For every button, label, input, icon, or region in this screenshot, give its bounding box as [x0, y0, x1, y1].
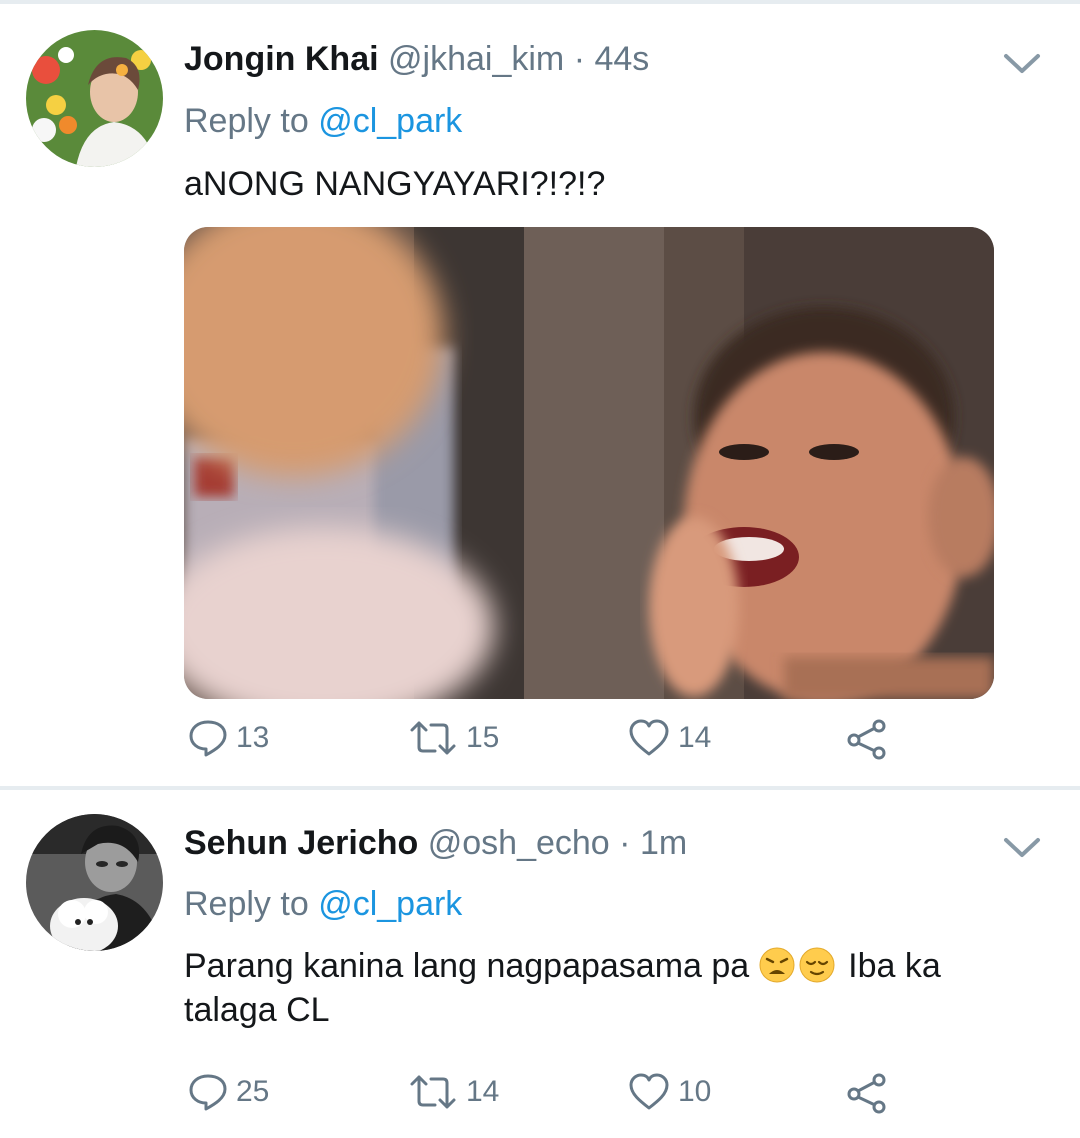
tweet-header: Jongin Khai @jkhai_kim · 44s [184, 42, 649, 76]
tweet[interactable]: Sehun Jericho @osh_echo · 1m Reply to @c… [0, 790, 1080, 1138]
like-icon [628, 718, 670, 758]
reply-context: Reply to @cl_park [184, 887, 462, 921]
tweet-media-image[interactable] [184, 227, 994, 699]
separator-dot: · [573, 40, 586, 78]
tweet[interactable]: Jongin Khai @jkhai_kim · 44s Reply to @c… [0, 0, 1080, 786]
retweet-count: 15 [466, 721, 500, 754]
display-name[interactable]: Sehun Jericho [184, 824, 418, 862]
avatar[interactable] [26, 30, 163, 167]
timestamp[interactable]: 44s [594, 40, 649, 78]
like-icon [628, 1072, 670, 1112]
weary-face-emoji [759, 947, 795, 983]
timestamp[interactable]: 1m [640, 824, 687, 862]
share-icon [846, 1072, 888, 1114]
tweet-actions: 13 15 14 [0, 718, 1080, 768]
chevron-down-icon[interactable] [1002, 836, 1042, 860]
retweet-button[interactable]: 14 [408, 1072, 499, 1112]
reply-button[interactable]: 25 [188, 1072, 269, 1112]
tweet-header: Sehun Jericho @osh_echo · 1m [184, 826, 687, 860]
user-handle[interactable]: @jkhai_kim [388, 40, 564, 78]
like-count: 10 [678, 1075, 712, 1108]
reply-button[interactable]: 13 [188, 718, 269, 758]
display-name[interactable]: Jongin Khai [184, 40, 379, 78]
reply-context: Reply to @cl_park [184, 104, 462, 138]
chevron-down-icon[interactable] [1002, 52, 1042, 76]
tweet-text: Parang kanina lang nagpapasama pa Iba ka… [184, 944, 1024, 1032]
reply-count: 25 [236, 1075, 270, 1108]
reply-count: 13 [236, 721, 270, 754]
separator-dot: · [619, 824, 631, 862]
like-button[interactable]: 14 [628, 718, 711, 758]
share-button[interactable] [846, 1072, 888, 1114]
tweet-text: aNONG NANGYAYARI?!?!? [184, 165, 606, 203]
reply-prefix: Reply to [184, 885, 309, 923]
tweet-actions: 25 14 10 [0, 1072, 1080, 1122]
relieved-face-emoji [799, 947, 835, 983]
share-icon [846, 718, 888, 760]
share-button[interactable] [846, 718, 888, 760]
reply-mention-link[interactable]: @cl_park [318, 885, 462, 923]
like-count: 14 [678, 721, 712, 754]
reply-icon [188, 718, 228, 758]
reply-mention-link[interactable]: @cl_park [318, 102, 462, 140]
avatar[interactable] [26, 814, 163, 951]
like-button[interactable]: 10 [628, 1072, 711, 1112]
user-handle[interactable]: @osh_echo [428, 824, 610, 862]
retweet-count: 14 [466, 1075, 500, 1108]
tweet-text-start: Parang kanina lang nagpapasama pa [184, 947, 750, 985]
reply-prefix: Reply to [184, 102, 309, 140]
reply-icon [188, 1072, 228, 1112]
retweet-button[interactable]: 15 [408, 718, 499, 758]
retweet-icon [408, 1072, 458, 1112]
retweet-icon [408, 718, 458, 758]
